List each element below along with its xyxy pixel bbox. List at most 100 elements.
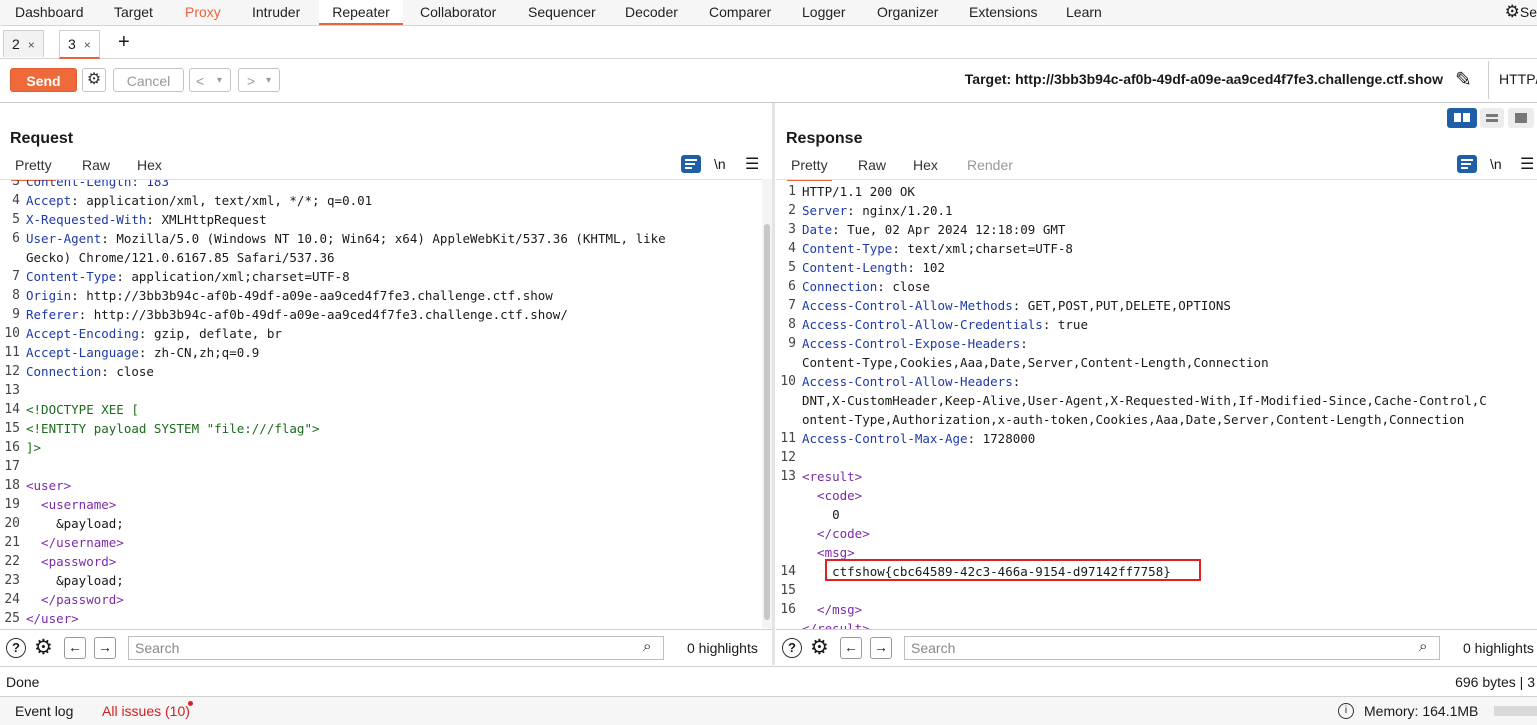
chevron-down-icon[interactable]: ▾ xyxy=(266,69,271,93)
newline-toggle-icon[interactable]: \n xyxy=(1490,156,1502,172)
menu-dashboard[interactable]: Dashboard xyxy=(3,0,96,25)
forward-button[interactable]: > ▾ xyxy=(238,68,280,92)
code-token: Accept-Encoding xyxy=(26,326,139,341)
line-number: 14 xyxy=(4,402,20,417)
help-icon[interactable]: ? xyxy=(782,638,802,658)
code-token: </msg> xyxy=(802,602,863,617)
settings-gear-icon[interactable]: ⚙ xyxy=(82,68,106,92)
divider xyxy=(1488,61,1489,99)
menu-comparer[interactable]: Comparer xyxy=(697,0,783,25)
hamburger-menu-icon[interactable]: ☰ xyxy=(1520,154,1534,174)
close-icon[interactable]: × xyxy=(28,38,35,52)
pane-divider[interactable] xyxy=(772,103,775,665)
response-tab-hex[interactable]: Hex xyxy=(913,157,938,179)
menu-target[interactable]: Target xyxy=(102,0,165,25)
menu-decoder[interactable]: Decoder xyxy=(613,0,690,25)
request-scrollbar[interactable] xyxy=(762,179,772,628)
settings-menu[interactable]: ⚙Se xyxy=(1505,0,1537,25)
gear-icon[interactable]: ⚙ xyxy=(34,635,53,660)
split-view-icon[interactable] xyxy=(1447,108,1477,128)
request-tab-hex[interactable]: Hex xyxy=(137,157,162,179)
code-line: 18 <user> xyxy=(0,476,762,495)
line-content: Access-Control-Allow-Methods: GET,POST,P… xyxy=(802,296,1231,315)
menu-logger[interactable]: Logger xyxy=(790,0,858,25)
line-content: <!ENTITY payload SYSTEM "file:///flag"> xyxy=(26,419,320,438)
response-tab-raw[interactable]: Raw xyxy=(858,157,886,179)
edit-pencil-icon[interactable]: ✎ xyxy=(1455,67,1472,92)
response-highlights-count: 0 highlights xyxy=(1463,640,1534,656)
line-number: 21 xyxy=(4,535,20,550)
newline-toggle-icon[interactable]: \n xyxy=(714,156,726,172)
chevron-down-icon[interactable]: ▾ xyxy=(217,69,222,93)
code-token: <!DOCTYPE XEE [ xyxy=(26,402,139,417)
response-tab-render[interactable]: Render xyxy=(967,157,1013,179)
menu-intruder[interactable]: Intruder xyxy=(240,0,312,25)
wrap-lines-icon[interactable] xyxy=(1457,155,1477,173)
code-token: Access-Control-Expose-Headers xyxy=(802,336,1021,351)
code-token: Connection xyxy=(26,364,102,379)
request-tab-raw[interactable]: Raw xyxy=(82,157,110,179)
arrow-right-icon[interactable]: → xyxy=(870,637,892,659)
repeater-tab-3[interactable]: 3 × xyxy=(59,30,100,59)
arrow-right-icon[interactable]: → xyxy=(94,637,116,659)
line-number: 23 xyxy=(4,573,20,588)
line-content: <username> xyxy=(26,495,116,514)
code-line: 15 xyxy=(776,581,1537,600)
horizontal-view-icon[interactable] xyxy=(1480,108,1504,128)
request-search-input[interactable]: Search xyxy=(128,636,664,660)
code-token: <msg> xyxy=(802,545,855,560)
menu-collaborator[interactable]: Collaborator xyxy=(408,0,508,25)
code-token: Content-Type,Cookies,Aaa,Date,Server,Con… xyxy=(802,355,1269,370)
close-icon[interactable]: × xyxy=(84,38,91,52)
menu-extensions[interactable]: Extensions xyxy=(957,0,1049,25)
cancel-button[interactable]: Cancel xyxy=(113,68,184,92)
code-token: </password> xyxy=(26,592,124,607)
menu-learn[interactable]: Learn xyxy=(1054,0,1114,25)
request-tab-pretty[interactable]: Pretty xyxy=(11,157,56,181)
send-button[interactable]: Send xyxy=(10,68,77,92)
code-line: 9 Referer: http://3bb3b94c-af0b-49df-a09e… xyxy=(0,305,762,324)
info-icon[interactable]: i xyxy=(1338,703,1354,719)
line-number: 1 xyxy=(788,184,796,199)
code-token: : Tue, 02 Apr 2024 12:18:09 GMT xyxy=(832,222,1066,237)
all-issues-link[interactable]: All issues (10) xyxy=(102,703,190,719)
menu-sequencer[interactable]: Sequencer xyxy=(516,0,608,25)
request-editor[interactable]: 3 Content-Length: 183 4 Accept: application… xyxy=(0,179,762,629)
code-token: Content-Type xyxy=(802,241,893,256)
event-log-link[interactable]: Event log xyxy=(15,703,73,719)
wrap-lines-icon[interactable] xyxy=(681,155,701,173)
menu-proxy[interactable]: Proxy xyxy=(173,0,233,25)
line-content: </code> xyxy=(802,524,870,543)
code-line: 2 Server: nginx/1.20.1 xyxy=(776,201,1537,220)
code-line: 22 <password> xyxy=(0,552,762,571)
memory-bar xyxy=(1494,706,1537,716)
gear-icon[interactable]: ⚙ xyxy=(810,635,829,660)
help-icon[interactable]: ? xyxy=(6,638,26,658)
back-button[interactable]: < ▾ xyxy=(189,68,231,92)
main-menu-bar: Dashboard Target Proxy Intruder Repeater… xyxy=(0,0,1537,26)
code-token: : xyxy=(1020,336,1028,351)
code-token: : text/xml;charset=UTF-8 xyxy=(892,241,1073,256)
line-content: Access-Control-Allow-Credentials: true xyxy=(802,315,1088,334)
code-line: 10 Access-Control-Allow-Headers: xyxy=(776,372,1537,391)
arrow-left-icon[interactable]: ← xyxy=(64,637,86,659)
response-tab-pretty[interactable]: Pretty xyxy=(787,157,832,181)
code-token: : true xyxy=(1042,317,1088,332)
http-version-label[interactable]: HTTP/ xyxy=(1499,71,1537,87)
menu-organizer[interactable]: Organizer xyxy=(865,0,950,25)
single-view-icon[interactable] xyxy=(1508,108,1534,128)
line-content: Gecko) Chrome/121.0.6167.85 Safari/537.3… xyxy=(26,248,335,267)
response-search-input[interactable]: Search xyxy=(904,636,1440,660)
search-icon[interactable]: ⌕ xyxy=(643,638,651,655)
hamburger-menu-icon[interactable]: ☰ xyxy=(745,154,759,174)
arrow-left-icon[interactable]: ← xyxy=(840,637,862,659)
code-token: : nginx/1.20.1 xyxy=(847,203,953,218)
line-number: 17 xyxy=(4,459,20,474)
add-tab-icon[interactable]: + xyxy=(118,30,130,54)
search-icon[interactable]: ⌕ xyxy=(1419,638,1427,655)
line-content: User-Agent: Mozilla/5.0 (Windows NT 10.0… xyxy=(26,229,666,248)
code-token: <password> xyxy=(26,554,117,569)
code-line: 4 Accept: application/xml, text/xml, */*;… xyxy=(0,191,762,210)
repeater-tab-2[interactable]: 2 × xyxy=(3,30,44,57)
menu-repeater[interactable]: Repeater xyxy=(319,0,403,25)
